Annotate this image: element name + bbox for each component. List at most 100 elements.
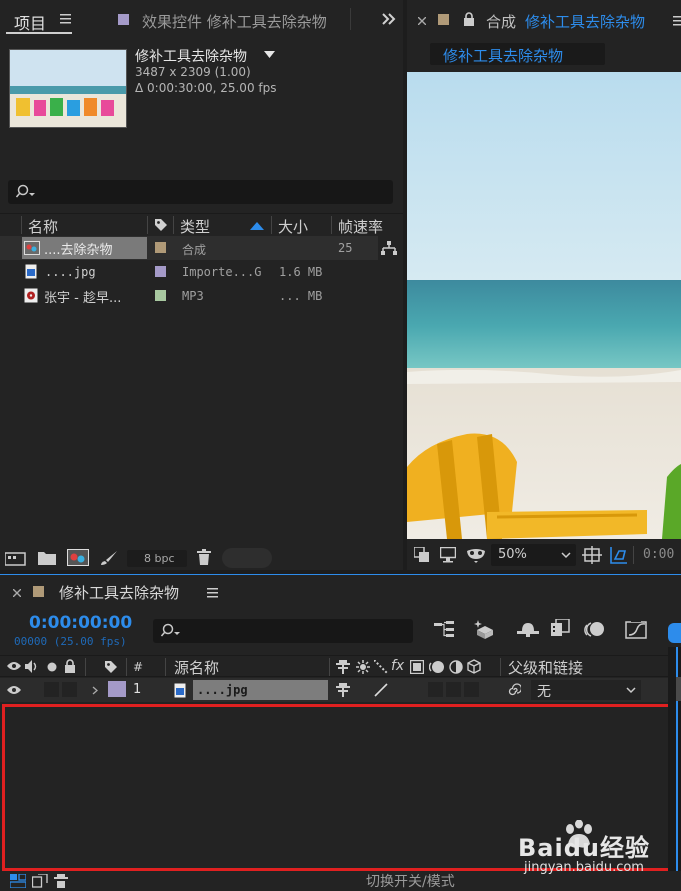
frame-blending-icon[interactable] bbox=[551, 619, 571, 637]
composition-tab-bar: 合成 修补工具去除杂物 bbox=[407, 0, 681, 42]
column-type[interactable]: 类型 bbox=[180, 216, 210, 237]
new-composition-icon[interactable] bbox=[67, 549, 89, 566]
interpret-footage-icon[interactable] bbox=[5, 550, 27, 566]
region-of-interest-icon[interactable] bbox=[609, 545, 629, 565]
column-frame-rate[interactable]: 帧速率 bbox=[338, 216, 383, 237]
motion-blur-icon[interactable] bbox=[584, 620, 606, 638]
project-item-row-2[interactable]: ....jpg Importe...G 1.6 MB bbox=[0, 260, 378, 284]
composition-name-button-label: 修补工具去除杂物 bbox=[443, 47, 564, 65]
image-file-icon bbox=[174, 683, 186, 698]
search-icon bbox=[161, 623, 181, 639]
effects-fx-icon[interactable]: fx bbox=[391, 658, 404, 674]
shy-switch-icon[interactable] bbox=[336, 660, 350, 674]
collapse-transform-icon[interactable] bbox=[356, 660, 370, 674]
column-source-name[interactable]: 源名称 bbox=[174, 657, 219, 678]
thumbnail-size-slider[interactable] bbox=[222, 548, 272, 568]
item-label-color[interactable] bbox=[155, 266, 166, 277]
new-folder-icon[interactable] bbox=[38, 550, 56, 565]
motion-blur-switch-icon[interactable] bbox=[429, 660, 445, 674]
label-tag-icon[interactable] bbox=[154, 218, 168, 232]
project-tab-bar: 项目 效果控件 修补工具去除杂物 bbox=[0, 0, 403, 38]
video-eye-icon[interactable] bbox=[7, 685, 21, 695]
zoom-dropdown[interactable]: 50% bbox=[491, 544, 576, 566]
label-tag-icon[interactable] bbox=[104, 660, 118, 674]
hamburger-icon[interactable] bbox=[207, 588, 218, 598]
viewer-timecode[interactable]: 0:00 bbox=[643, 547, 674, 562]
selected-item-dimensions: 3487 x 2309 (1.00) bbox=[135, 65, 251, 79]
solo-switch[interactable] bbox=[44, 682, 59, 697]
column-parent-link[interactable]: 父级和链接 bbox=[508, 657, 583, 678]
draft-3d-icon[interactable] bbox=[474, 618, 496, 640]
composition-viewport[interactable] bbox=[407, 72, 681, 539]
frame-blend-switch[interactable] bbox=[428, 682, 443, 697]
adjustment-layer-icon[interactable] bbox=[449, 660, 463, 674]
bit-depth-label: 8 bpc bbox=[144, 552, 175, 565]
item-name: ....去除杂物 bbox=[44, 243, 113, 258]
hide-shy-layers-icon[interactable] bbox=[517, 621, 539, 637]
motion-blur-switch[interactable] bbox=[446, 682, 461, 697]
mask-icon[interactable] bbox=[466, 547, 486, 563]
adjustment-switch[interactable] bbox=[464, 682, 479, 697]
close-icon[interactable] bbox=[13, 589, 21, 597]
current-timecode[interactable]: 0:00:00:00 bbox=[29, 613, 132, 633]
graph-editor-icon[interactable] bbox=[625, 619, 647, 639]
layer-name: ....jpg bbox=[197, 683, 248, 697]
column-name[interactable]: 名称 bbox=[28, 216, 58, 237]
brush-icon[interactable] bbox=[100, 550, 118, 566]
chevron-down-icon bbox=[626, 687, 636, 694]
trash-icon[interactable] bbox=[197, 549, 211, 565]
lock-switch[interactable] bbox=[62, 682, 77, 697]
snapshot-icon[interactable] bbox=[414, 547, 430, 563]
tab-effect-controls[interactable]: 效果控件 修补工具去除杂物 bbox=[142, 11, 327, 32]
hamburger-icon[interactable] bbox=[60, 14, 71, 24]
project-item-row-3[interactable]: 张宇 - 趁早... MP3 ... MB bbox=[0, 284, 378, 308]
timeline-search-field[interactable] bbox=[153, 619, 413, 643]
parent-dropdown[interactable]: 无 bbox=[531, 680, 641, 700]
project-item-row-1[interactable]: ....去除杂物 合成 25 bbox=[0, 236, 378, 260]
tab-composition-name[interactable]: 修补工具去除杂物 bbox=[525, 11, 645, 32]
layer-row[interactable]: 1 ....jpg 无 bbox=[0, 678, 668, 702]
grid-guides-icon[interactable] bbox=[582, 546, 602, 564]
bit-depth-button[interactable]: 8 bpc bbox=[127, 550, 187, 567]
double-chevron-right-icon[interactable] bbox=[381, 12, 397, 26]
frame-blend-switch-icon[interactable] bbox=[410, 660, 424, 674]
timeline-zoom-handle[interactable] bbox=[668, 623, 681, 643]
tab-composition-label[interactable]: 合成 bbox=[486, 11, 516, 32]
chevron-down-icon bbox=[561, 552, 571, 559]
project-search-field[interactable] bbox=[8, 180, 393, 204]
panel-menu-icon[interactable] bbox=[673, 16, 681, 26]
layer-name-field[interactable]: ....jpg bbox=[193, 680, 328, 700]
column-layer-number[interactable]: # bbox=[133, 660, 143, 674]
composition-name-button[interactable]: 修补工具去除杂物 bbox=[430, 43, 605, 65]
layer-switches-icon[interactable] bbox=[10, 874, 26, 888]
audio-speaker-icon[interactable] bbox=[25, 660, 39, 673]
shy-switch-icon[interactable] bbox=[336, 683, 350, 697]
lock-icon[interactable] bbox=[463, 12, 475, 26]
lock-icon[interactable] bbox=[64, 659, 76, 673]
3d-layer-icon[interactable] bbox=[467, 659, 481, 674]
quality-slash-icon[interactable] bbox=[374, 683, 388, 697]
dropdown-arrow-icon[interactable] bbox=[264, 51, 275, 58]
transfer-controls-icon[interactable] bbox=[32, 874, 48, 888]
audio-file-icon bbox=[24, 288, 38, 303]
sort-ascending-icon[interactable] bbox=[250, 222, 264, 230]
composition-flowchart-icon[interactable] bbox=[434, 621, 456, 637]
item-label-color[interactable] bbox=[155, 242, 166, 253]
video-eye-icon[interactable] bbox=[7, 661, 21, 671]
timeline-tab-label[interactable]: 修补工具去除杂物 bbox=[59, 582, 179, 603]
quality-icon[interactable] bbox=[374, 660, 388, 674]
column-size[interactable]: 大小 bbox=[278, 216, 308, 237]
close-icon[interactable] bbox=[418, 17, 426, 25]
flowchart-icon[interactable] bbox=[381, 241, 397, 255]
render-time-icon[interactable] bbox=[54, 874, 68, 888]
monitor-icon[interactable] bbox=[440, 547, 456, 563]
toggle-switches-modes[interactable]: 切换开关/模式 bbox=[366, 871, 455, 891]
layer-label-color[interactable] bbox=[108, 681, 126, 697]
pick-whip-spiral-icon[interactable] bbox=[507, 683, 521, 697]
solo-dot-icon[interactable] bbox=[47, 662, 57, 672]
item-size: 1.6 MB bbox=[279, 265, 323, 279]
comp-tab-color-chip bbox=[438, 14, 449, 25]
item-label-color[interactable] bbox=[155, 290, 166, 301]
expand-chevron-icon[interactable] bbox=[92, 686, 98, 695]
tab-project[interactable]: 项目 bbox=[6, 6, 72, 34]
